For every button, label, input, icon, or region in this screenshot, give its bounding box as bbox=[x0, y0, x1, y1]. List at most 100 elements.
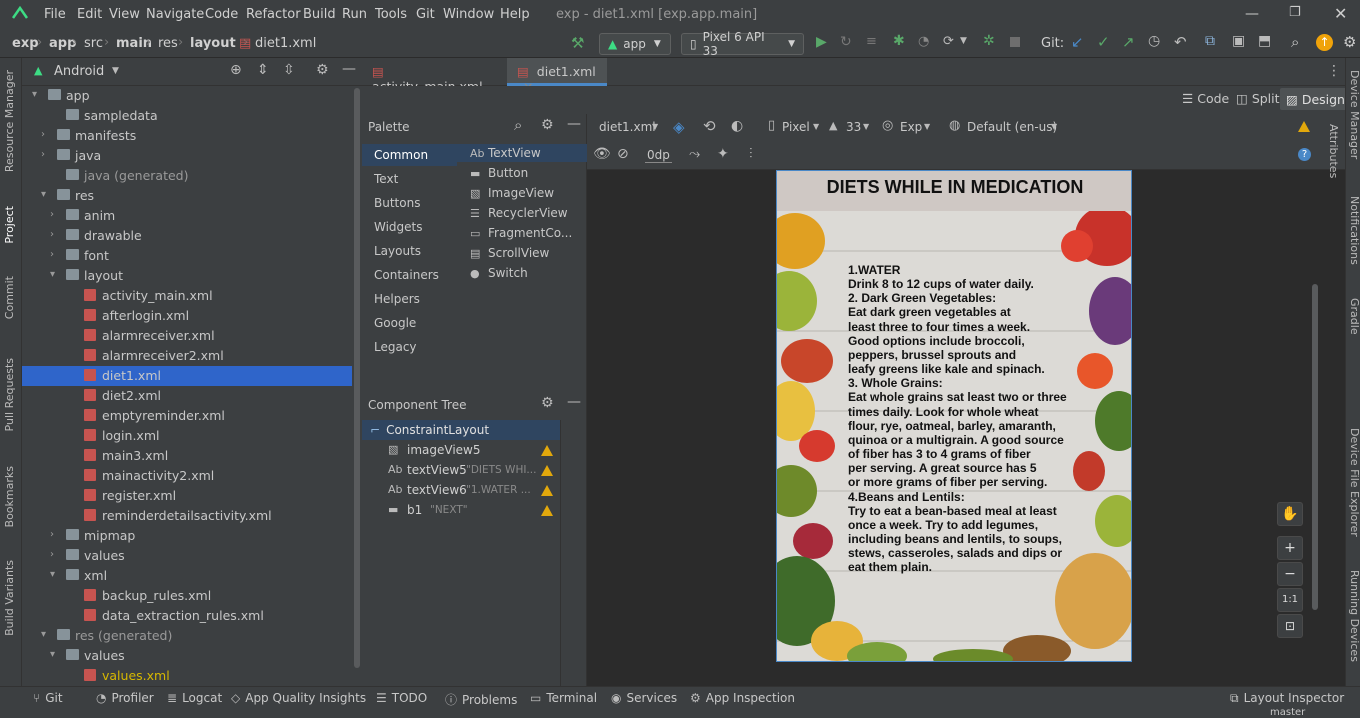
tree-item[interactable]: ▾ res (generated) bbox=[22, 626, 352, 646]
sdk-manager-icon[interactable]: ⬒ bbox=[1258, 33, 1271, 49]
theme-selector[interactable]: Exp bbox=[900, 120, 922, 134]
chevron-down-icon[interactable]: ▾ bbox=[50, 649, 55, 660]
chevron-right-icon[interactable]: › bbox=[50, 529, 54, 540]
device-selector[interactable]: Pixel bbox=[782, 120, 810, 134]
phone-preview[interactable]: DIETS WHILE IN MEDICATION 1.WATER Drink 8… bbox=[776, 170, 1132, 662]
search-icon[interactable]: ⌕ bbox=[514, 116, 522, 134]
menu-item-code[interactable]: Code bbox=[205, 7, 238, 22]
split-mode-button[interactable]: ◫ Split bbox=[1236, 91, 1280, 106]
tree-item[interactable]: › anim bbox=[22, 206, 352, 226]
palette-item[interactable]: ● Switch bbox=[470, 266, 528, 280]
palette-category-widgets[interactable]: Widgets bbox=[374, 220, 423, 234]
file-selector[interactable]: diet1.xml bbox=[599, 120, 656, 134]
push-icon[interactable]: ↗ bbox=[1122, 33, 1135, 51]
chevron-right-icon[interactable]: › bbox=[50, 209, 54, 220]
breadcrumb-item[interactable]: layout bbox=[190, 36, 236, 51]
menu-item-window[interactable]: Window bbox=[443, 7, 494, 22]
palette-category-common[interactable]: Common bbox=[374, 148, 428, 162]
breadcrumb-item[interactable]: src bbox=[84, 36, 103, 51]
tab-notifications[interactable]: Notifications bbox=[1348, 196, 1360, 265]
chevron-down-icon[interactable]: ▼ bbox=[1051, 122, 1057, 131]
tab-bookmarks[interactable]: Bookmarks bbox=[3, 466, 16, 527]
tree-item[interactable]: data_extraction_rules.xml bbox=[22, 606, 352, 626]
layers-icon[interactable]: ◈ bbox=[673, 118, 685, 136]
chevron-right-icon[interactable]: › bbox=[50, 249, 54, 260]
tree-item[interactable]: activity_main.xml bbox=[22, 286, 352, 306]
tool-app-quality-insights[interactable]: ◇ App Quality Insights bbox=[231, 691, 366, 705]
bug-attach-icon[interactable]: ✲ bbox=[983, 33, 995, 49]
tree-item[interactable]: reminderdetailsactivity.xml bbox=[22, 506, 352, 526]
default-margin-input[interactable]: 0dp bbox=[645, 148, 672, 163]
palette-category-containers[interactable]: Containers bbox=[374, 268, 439, 282]
history-icon[interactable]: ◷ bbox=[1148, 33, 1160, 49]
breadcrumb-item[interactable]: diet1.xml bbox=[255, 36, 316, 51]
tree-item[interactable]: › manifests bbox=[22, 126, 352, 146]
palette-category-buttons[interactable]: Buttons bbox=[374, 196, 420, 210]
tree-item[interactable]: › java bbox=[22, 146, 352, 166]
settings-icon[interactable]: ⚙ bbox=[1343, 33, 1356, 51]
menu-item-file[interactable]: File bbox=[44, 7, 66, 22]
chevron-right-icon[interactable]: › bbox=[50, 549, 54, 560]
tab-device-file-explorer[interactable]: Device File Explorer bbox=[1348, 428, 1360, 537]
menu-item-run[interactable]: Run bbox=[342, 7, 367, 22]
tree-node[interactable]: Ab textView5 "DIETS WHI... bbox=[362, 460, 560, 480]
apply-code-icon[interactable]: ≡ bbox=[866, 34, 877, 49]
palette-item[interactable]: ☰ RecyclerView bbox=[470, 206, 568, 220]
menu-item-refactor[interactable]: Refactor bbox=[246, 7, 301, 22]
menu-item-navigate[interactable]: Navigate bbox=[146, 7, 204, 22]
tree-item[interactable]: alarmreceiver.xml bbox=[22, 326, 352, 346]
hide-panel-icon[interactable]: — bbox=[567, 116, 581, 132]
tree-item[interactable]: values.xml bbox=[22, 666, 352, 686]
device-mirror-icon[interactable]: ⧉ bbox=[1205, 33, 1215, 49]
tab-gradle[interactable]: Gradle bbox=[1348, 298, 1360, 335]
tree-item[interactable]: › font bbox=[22, 246, 352, 266]
tab-attributes[interactable]: Attributes bbox=[1327, 124, 1340, 178]
tree-item[interactable]: ▾ app bbox=[22, 86, 352, 106]
git-branch-label[interactable]: master bbox=[1270, 708, 1305, 718]
update-project-icon[interactable]: ↙ bbox=[1071, 33, 1084, 51]
tree-node[interactable]: ▧ imageView5 bbox=[362, 440, 560, 460]
close-icon[interactable]: ✕ bbox=[1334, 4, 1347, 23]
tree-scrollbar[interactable] bbox=[354, 88, 360, 668]
more-run-icon[interactable]: ▼ bbox=[960, 36, 967, 46]
hide-panel-icon[interactable]: — bbox=[567, 394, 581, 410]
tool-app-inspection[interactable]: ⚙ App Inspection bbox=[690, 691, 795, 705]
tree-item[interactable]: emptyreminder.xml bbox=[22, 406, 352, 426]
help-icon[interactable]: ? bbox=[1298, 148, 1311, 161]
tool-profiler[interactable]: ◔ Profiler bbox=[96, 691, 154, 705]
tree-item[interactable]: java (generated) bbox=[22, 166, 352, 186]
chevron-down-icon[interactable]: ▼ bbox=[652, 122, 658, 131]
palette-item[interactable]: Ab TextView bbox=[470, 146, 541, 160]
tool-terminal[interactable]: ▭ Terminal bbox=[530, 691, 597, 705]
tree-item[interactable]: mainactivity2.xml bbox=[22, 466, 352, 486]
chevron-right-icon[interactable]: › bbox=[50, 229, 54, 240]
profile-icon[interactable]: ◔ bbox=[918, 34, 929, 49]
tree-item[interactable]: ▾ res bbox=[22, 186, 352, 206]
chevron-down-icon[interactable]: ▾ bbox=[50, 569, 55, 580]
tool-git[interactable]: ⑂ Git bbox=[33, 691, 63, 705]
tool-todo[interactable]: ☰ TODO bbox=[376, 691, 427, 705]
restore-icon[interactable]: ❐ bbox=[1289, 5, 1301, 20]
tab-activity-main[interactable]: ▤ activity_main.xml × bbox=[362, 58, 500, 109]
tree-item[interactable]: diet1.xml bbox=[22, 366, 352, 386]
hide-panel-icon[interactable]: — bbox=[342, 61, 356, 77]
tree-item[interactable]: backup_rules.xml bbox=[22, 586, 352, 606]
warning-icon[interactable] bbox=[1298, 121, 1310, 132]
gear-icon[interactable]: ⚙ bbox=[541, 117, 554, 133]
chevron-down-icon[interactable]: ▼ bbox=[924, 122, 930, 131]
tab-device-manager[interactable]: Device Manager bbox=[1348, 70, 1360, 159]
menu-item-help[interactable]: Help bbox=[500, 7, 530, 22]
palette-category-helpers[interactable]: Helpers bbox=[374, 292, 420, 306]
tab-commit[interactable]: Commit bbox=[3, 276, 16, 319]
chevron-down-icon[interactable]: ▼ bbox=[112, 66, 119, 76]
minimize-icon[interactable]: — bbox=[1245, 6, 1259, 22]
tree-item[interactable]: afterlogin.xml bbox=[22, 306, 352, 326]
collapse-all-icon[interactable]: ⇳ bbox=[283, 62, 295, 78]
breadcrumb-item[interactable]: exp bbox=[12, 36, 39, 51]
palette-category-legacy[interactable]: Legacy bbox=[374, 340, 417, 354]
more-tabs-icon[interactable]: ⋮ bbox=[1327, 63, 1341, 79]
tab-project[interactable]: Project bbox=[3, 206, 16, 244]
menu-item-view[interactable]: View bbox=[109, 7, 140, 22]
chevron-down-icon[interactable]: ▾ bbox=[41, 629, 46, 640]
tree-item[interactable]: diet2.xml bbox=[22, 386, 352, 406]
